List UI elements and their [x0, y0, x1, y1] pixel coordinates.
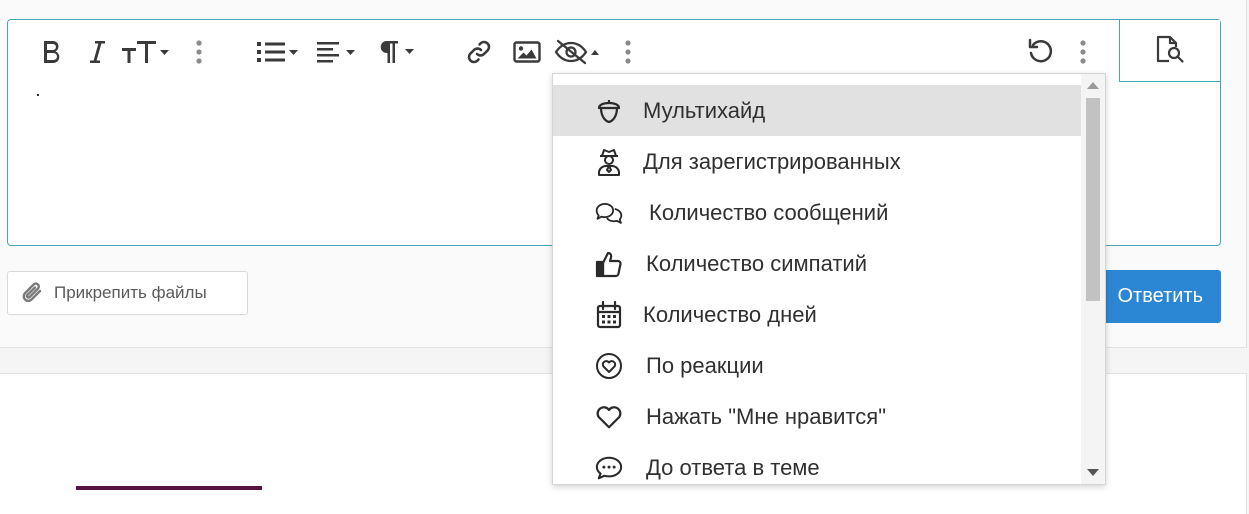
preview-button[interactable] [1119, 20, 1220, 82]
menu-item-until-reply[interactable]: До ответа в теме [553, 442, 1081, 484]
attach-files-label: Прикрепить файлы [54, 283, 207, 302]
attach-files-button[interactable]: Прикрепить файлы [7, 271, 248, 315]
text-size-icon[interactable] [121, 32, 171, 72]
text-caret [37, 94, 39, 96]
avatar [76, 486, 262, 490]
menu-item-label: Количество сообщений [649, 199, 889, 225]
paperclip-icon [20, 280, 46, 306]
menu-item-label: Количество симпатий [646, 250, 867, 276]
more-vert-icon[interactable] [192, 32, 206, 72]
menu-item-multihide[interactable]: Мультихайд [553, 85, 1081, 136]
list-icon[interactable] [256, 32, 300, 72]
reply-submit-button[interactable]: Ответить [1090, 270, 1221, 323]
hide-icon[interactable] [552, 32, 602, 72]
calendar-icon [595, 301, 623, 329]
heart-circle-icon [595, 352, 623, 380]
comment-dots-icon [595, 454, 623, 482]
scroll-thumb[interactable] [1086, 98, 1100, 301]
menu-item-click-like[interactable]: Нажать "Мне нравится" [553, 391, 1081, 442]
menu-item-label: По реакции [646, 352, 764, 378]
more-vert-icon[interactable] [1076, 32, 1090, 72]
menu-item-label: До ответа в теме [646, 454, 820, 480]
thumbs-up-icon [595, 250, 623, 278]
align-icon[interactable] [316, 32, 360, 72]
menu-item-label: Для зарегистрированных [643, 148, 901, 174]
menu-item-posts-count[interactable]: Количество сообщений [553, 187, 1081, 238]
menu-item-label: Нажать "Мне нравится" [646, 403, 887, 429]
menu-item-label: Мультихайд [643, 97, 766, 123]
menu-item-likes-count[interactable]: Количество симпатий [553, 238, 1081, 289]
menu-scrollbar[interactable] [1081, 74, 1105, 484]
reply-submit-label: Ответить [1117, 285, 1204, 307]
image-icon[interactable] [511, 32, 543, 72]
more-vert-icon[interactable] [621, 32, 635, 72]
menu-item-days-count[interactable]: Количество дней [553, 289, 1081, 340]
bold-icon[interactable] [36, 32, 68, 72]
italic-icon[interactable] [84, 32, 110, 72]
menu-item-label: Количество дней [643, 301, 817, 327]
heart-icon [595, 403, 623, 431]
acorn-icon [595, 97, 623, 125]
undo-icon[interactable] [1024, 32, 1058, 72]
scroll-down-icon[interactable] [1087, 469, 1099, 476]
comments-icon [595, 199, 623, 227]
hide-dropdown-menu: Мультихайд Для зарегистрированных Количе… [552, 73, 1106, 485]
user-secret-icon [595, 148, 623, 176]
link-icon[interactable] [464, 32, 494, 72]
paragraph-icon[interactable] [376, 32, 418, 72]
menu-item-by-reaction[interactable]: По реакции [553, 340, 1081, 391]
scroll-up-icon[interactable] [1087, 82, 1099, 89]
preview-search-icon [1154, 34, 1186, 68]
menu-item-registered[interactable]: Для зарегистрированных [553, 136, 1081, 187]
